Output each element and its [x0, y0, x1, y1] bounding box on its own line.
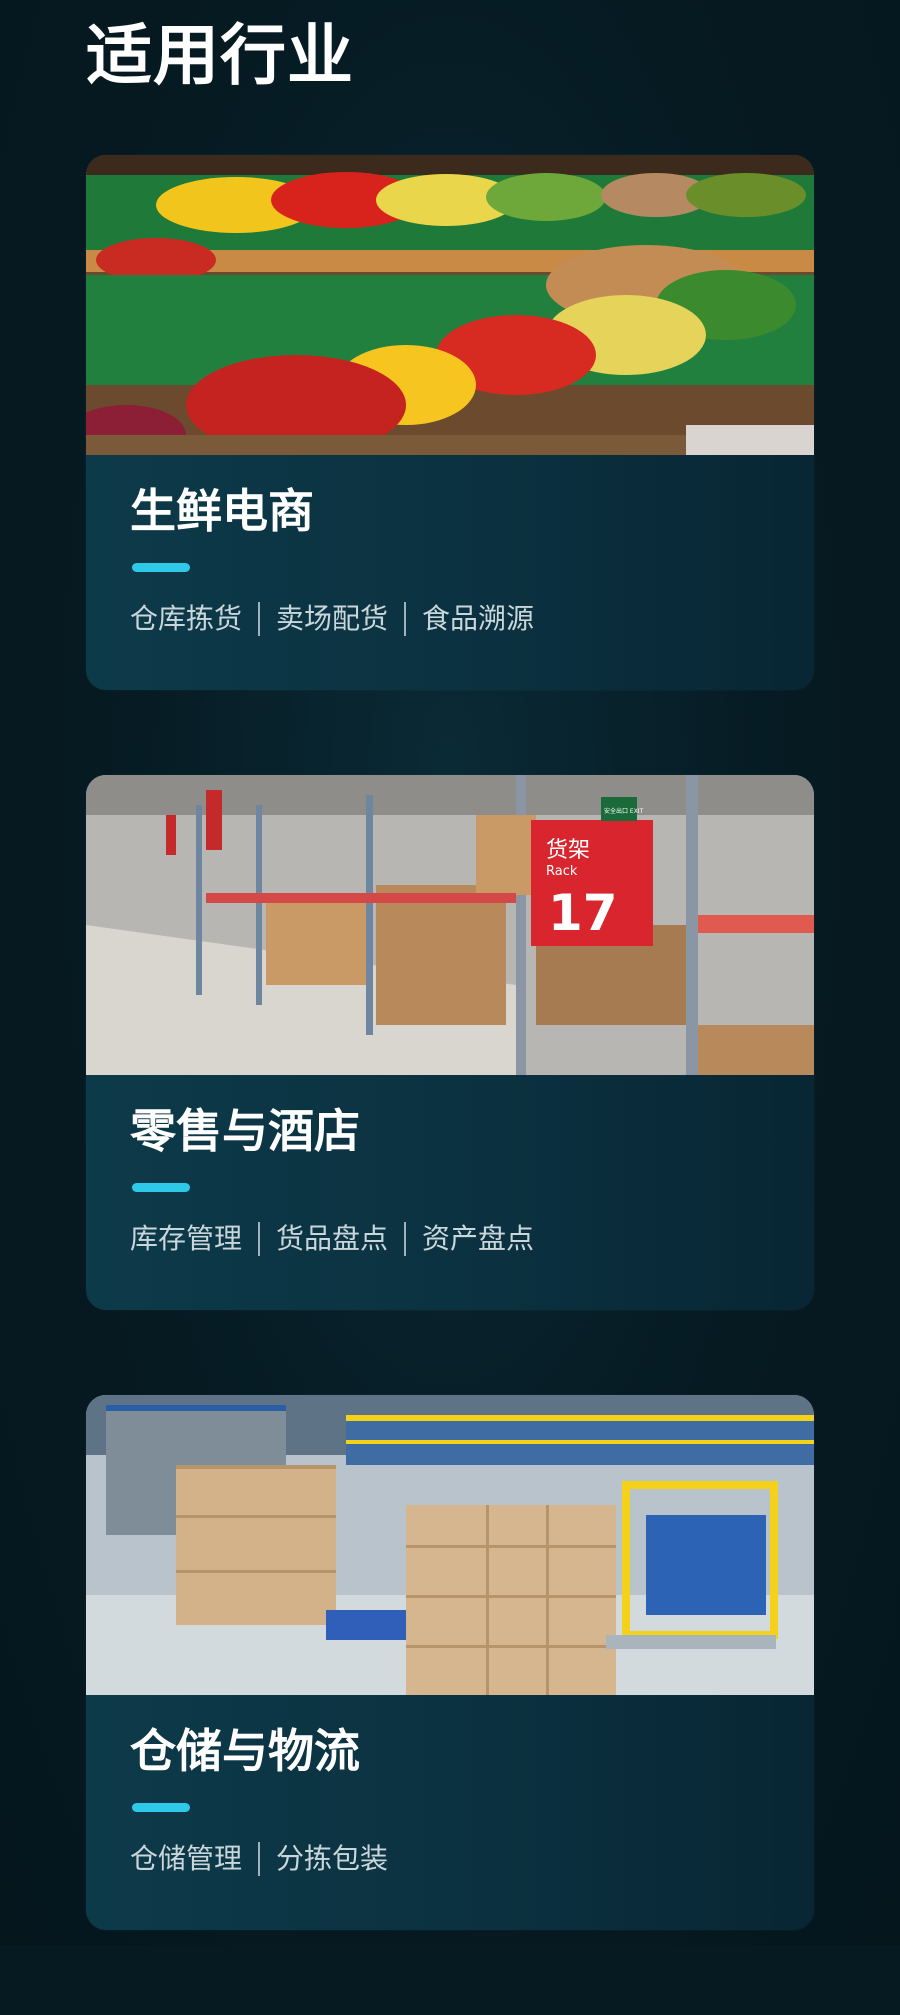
- card-body: 仓储与物流 仓储管理 分拣包装: [86, 1695, 814, 1930]
- tag-item: 库存管理: [130, 1222, 243, 1255]
- card-body: 零售与酒店 库存管理 货品盘点 资产盘点: [86, 1075, 814, 1310]
- card-body: 生鲜电商 仓库拣货 卖场配货 食品溯源: [86, 455, 814, 690]
- industry-card-warehousing-logistics[interactable]: 仓储与物流 仓储管理 分拣包装: [86, 1395, 814, 1930]
- logistics-warehouse-image: [86, 1395, 814, 1695]
- tag-item: 资产盘点: [422, 1222, 535, 1255]
- tag-item: 仓库拣货: [130, 602, 243, 635]
- tag-list: 仓库拣货 卖场配货 食品溯源: [130, 597, 534, 641]
- tag-item: 食品溯源: [422, 602, 535, 635]
- rack-sign-cn: 货架: [546, 838, 590, 863]
- tag-separator: [258, 602, 261, 636]
- retail-rack-illustration: 货架 Rack 17 安全出口 EXIT: [86, 775, 814, 1075]
- accent-bar: [132, 1183, 190, 1192]
- card-title: 零售与酒店: [130, 1104, 360, 1158]
- accent-bar: [132, 563, 190, 572]
- logistics-illustration: [86, 1395, 814, 1695]
- tag-item: 分拣包装: [276, 1842, 389, 1875]
- retail-warehouse-image: 货架 Rack 17 安全出口 EXIT: [86, 775, 814, 1075]
- produce-shelf-illustration: [86, 155, 814, 455]
- section-title: 适用行业: [86, 17, 354, 94]
- fresh-produce-image: [86, 155, 814, 455]
- industry-card-retail-hotel[interactable]: 货架 Rack 17 安全出口 EXIT 零售与酒店 库存管理 货品盘点 资产盘…: [86, 775, 814, 1310]
- tag-item: 卖场配货: [276, 602, 389, 635]
- exit-sign: 安全出口 EXIT: [604, 807, 644, 815]
- tag-list: 库存管理 货品盘点 资产盘点: [130, 1217, 534, 1261]
- tag-separator: [258, 1842, 261, 1876]
- industries-page: 适用行业 生鲜电商 仓库拣货 卖场配货 食品溯源 货架 Rack 17 安全出口…: [0, 0, 900, 1945]
- rack-sign-en: Rack: [546, 864, 578, 879]
- rack-sign-number: 17: [548, 884, 618, 942]
- industry-card-fresh-ecommerce[interactable]: 生鲜电商 仓库拣货 卖场配货 食品溯源: [86, 155, 814, 690]
- tag-separator: [404, 602, 407, 636]
- tag-separator: [258, 1222, 261, 1256]
- tag-item: 仓储管理: [130, 1842, 243, 1875]
- card-title: 仓储与物流: [130, 1724, 360, 1778]
- tag-separator: [404, 1222, 407, 1256]
- tag-list: 仓储管理 分拣包装: [130, 1837, 388, 1881]
- tag-item: 货品盘点: [276, 1222, 389, 1255]
- industry-card-list: 生鲜电商 仓库拣货 卖场配货 食品溯源 货架 Rack 17 安全出口 EXIT…: [86, 155, 814, 2015]
- accent-bar: [132, 1803, 190, 1812]
- card-title: 生鲜电商: [130, 484, 314, 538]
